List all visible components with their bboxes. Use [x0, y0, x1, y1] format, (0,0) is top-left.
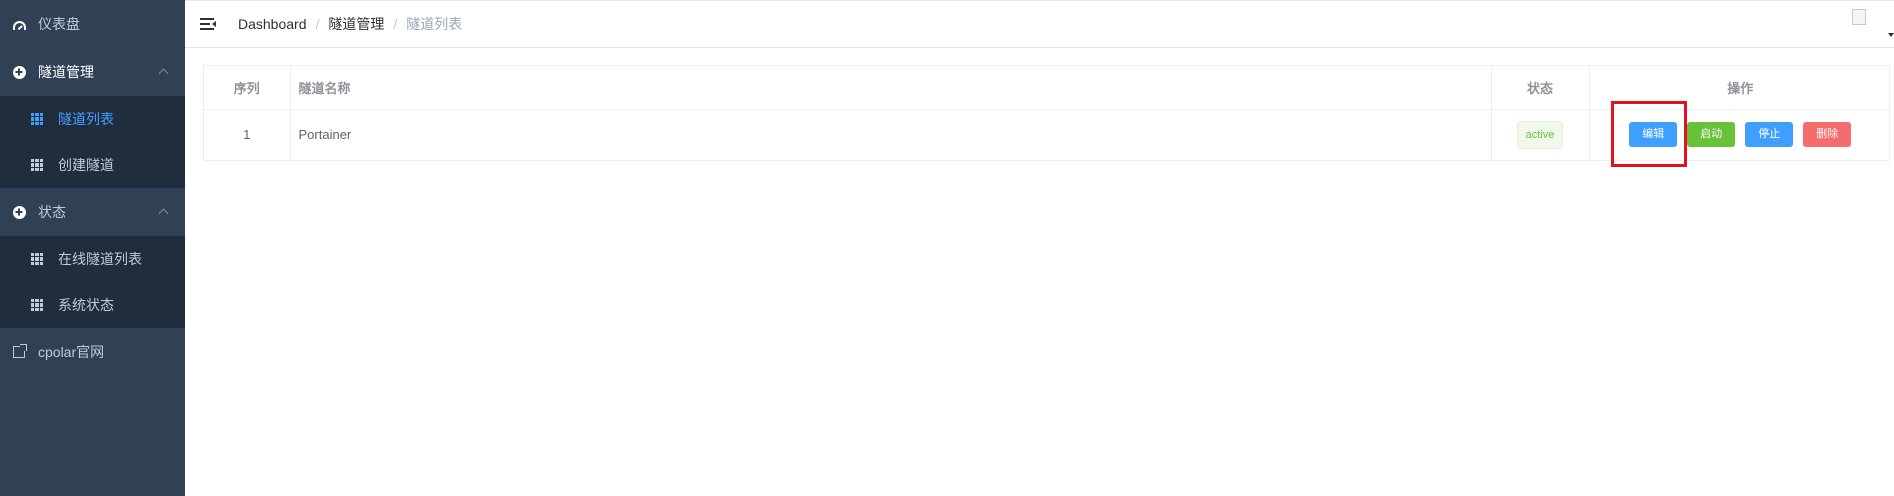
external-link-icon	[12, 344, 27, 359]
sidebar-item-label: 隧道管理	[38, 64, 94, 80]
submenu-status: 在线隧道列表 系统状态	[0, 236, 185, 328]
row-actions: 编辑 启动 停止 删除	[1590, 122, 1892, 148]
cell-index: 1	[204, 109, 291, 160]
avatar[interactable]	[1852, 9, 1866, 25]
cell-status: active	[1491, 109, 1590, 160]
cell-actions: 编辑 启动 停止 删除	[1589, 109, 1891, 160]
edit-button[interactable]: 编辑	[1629, 122, 1678, 148]
column-header-actions: 操作	[1589, 66, 1891, 110]
grid-icon	[30, 298, 44, 312]
sidebar: 仪表盘 隧道管理 隧道列表 创建隧道 状态 在线隧道列表 系统状态 cpolar…	[0, 0, 185, 496]
column-header-status: 状态	[1491, 66, 1590, 110]
stop-button[interactable]: 停止	[1745, 122, 1794, 148]
start-button[interactable]: 启动	[1687, 122, 1736, 148]
sidebar-item-tunnel-list[interactable]: 隧道列表	[0, 96, 185, 142]
caret-down-icon[interactable]	[1888, 33, 1894, 37]
grid-icon	[30, 158, 44, 172]
sidebar-item-dashboard[interactable]: 仪表盘	[0, 0, 185, 48]
breadcrumb-current: 隧道列表	[406, 16, 463, 32]
sidebar-item-online-tunnels[interactable]: 在线隧道列表	[0, 236, 185, 282]
sidebar-item-cpolar-website[interactable]: cpolar官网	[0, 328, 185, 376]
sidebar-item-label: 状态	[38, 204, 66, 220]
hamburger-icon[interactable]	[200, 17, 216, 31]
chevron-up-icon	[158, 208, 169, 219]
status-badge: active	[1516, 120, 1564, 149]
sidebar-item-system-status[interactable]: 系统状态	[0, 282, 185, 328]
breadcrumb-tunnel-management[interactable]: 隧道管理	[328, 14, 384, 34]
app: 仪表盘 隧道管理 隧道列表 创建隧道 状态 在线隧道列表 系统状态 cpolar…	[0, 0, 1894, 496]
delete-button[interactable]: 删除	[1803, 122, 1852, 148]
tunnel-table: 序列 隧道名称 状态 操作 1 Portainer active 编辑 启动 停…	[203, 65, 1891, 161]
breadcrumb-separator: /	[315, 16, 320, 32]
breadcrumb: Dashboard / 隧道管理 / 隧道列表	[238, 14, 462, 34]
sidebar-item-label: 隧道列表	[58, 111, 114, 127]
column-header-index: 序列	[204, 66, 291, 110]
navbar: Dashboard / 隧道管理 / 隧道列表	[185, 0, 1894, 48]
breadcrumb-dashboard[interactable]: Dashboard	[238, 16, 307, 32]
table-row: 1 Portainer active 编辑 启动 停止 删除	[204, 109, 1891, 160]
plus-circle-icon	[12, 205, 26, 219]
grid-icon	[30, 252, 44, 266]
submenu-tunnel-management: 隧道列表 创建隧道	[0, 96, 185, 188]
sidebar-item-create-tunnel[interactable]: 创建隧道	[0, 142, 185, 188]
cell-tunnel-name: Portainer	[290, 109, 1492, 160]
plus-circle-icon	[12, 65, 26, 79]
sidebar-item-label: 系统状态	[58, 297, 114, 313]
sidebar-item-label: 在线隧道列表	[58, 251, 142, 267]
column-header-name: 隧道名称	[290, 66, 1492, 110]
chevron-up-icon	[158, 68, 169, 79]
sidebar-item-label: cpolar官网	[38, 344, 105, 360]
table-header-row: 序列 隧道名称 状态 操作	[204, 66, 1891, 110]
sidebar-item-status[interactable]: 状态	[0, 188, 185, 236]
sidebar-item-label: 创建隧道	[58, 157, 114, 173]
breadcrumb-separator: /	[393, 16, 398, 32]
grid-icon	[30, 112, 44, 126]
dashboard-icon	[12, 17, 26, 31]
sidebar-item-tunnel-management[interactable]: 隧道管理	[0, 48, 185, 96]
sidebar-item-label: 仪表盘	[38, 16, 80, 32]
